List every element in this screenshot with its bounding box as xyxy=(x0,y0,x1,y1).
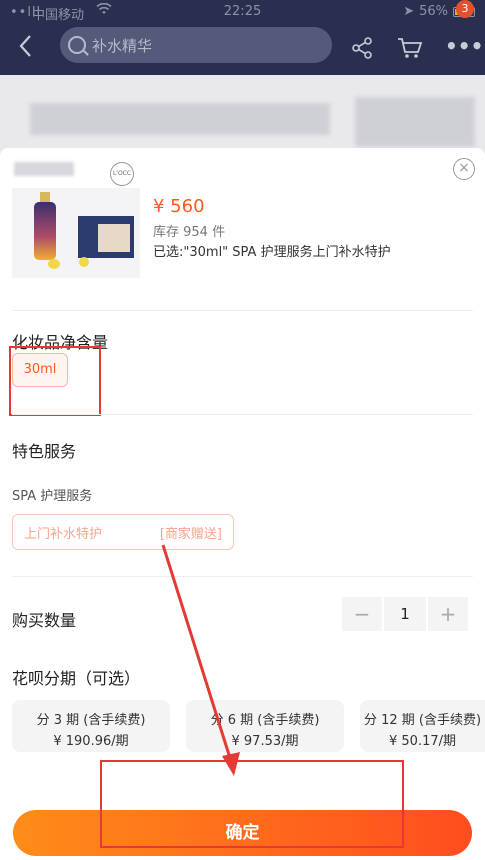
blurred-text xyxy=(30,103,330,135)
divider xyxy=(12,414,473,415)
selected-summary: 已选:"30ml" SPA 护理服务上门补水特护 xyxy=(153,245,391,260)
service-option-label: 上门补水特护 xyxy=(24,526,103,542)
search-input[interactable]: 补水精华 xyxy=(92,35,152,56)
battery-percent: 56% xyxy=(419,4,448,19)
nav-bar: 补水精华 ••• xyxy=(0,24,485,72)
quantity-stepper: − 1 + xyxy=(342,597,468,631)
product-image xyxy=(12,188,140,278)
plus-button[interactable]: + xyxy=(428,597,468,631)
plan-amount: ¥ 50.17/期 xyxy=(389,734,456,749)
close-icon[interactable]: × xyxy=(453,158,475,180)
service-option[interactable]: 上门补水特护 [商家赠送] xyxy=(12,514,234,550)
plan-label: 分 6 期 (含手续费) xyxy=(210,713,320,728)
installment-plan-3[interactable]: 分 3 期 (含手续费) ¥ 190.96/期 xyxy=(12,700,170,752)
installment-plan-6[interactable]: 分 6 期 (含手续费) ¥ 97.53/期 xyxy=(186,700,344,752)
annotation-box xyxy=(100,760,404,848)
plan-amount: ¥ 97.53/期 xyxy=(231,734,299,749)
search-bar[interactable]: 补水精华 xyxy=(60,27,332,63)
quantity-value[interactable]: 1 xyxy=(384,597,426,631)
top-bar: ••lll 中国移动 22:25 ➤ 56% 补水精华 ••• 3 xyxy=(0,0,485,75)
more-icon[interactable]: ••• xyxy=(445,36,483,62)
search-icon xyxy=(68,36,86,54)
divider xyxy=(12,576,473,577)
location-icon: ➤ xyxy=(403,4,415,19)
installment-plan-12[interactable]: 分 12 期 (含手续费) ¥ 50.17/期 xyxy=(360,700,485,752)
back-icon[interactable] xyxy=(18,34,40,60)
quantity-title: 购买数量 xyxy=(12,611,77,630)
blurred-image xyxy=(355,97,475,147)
notification-badge: 3 xyxy=(456,0,474,18)
plan-label: 分 12 期 (含手续费) xyxy=(363,713,482,728)
background-content xyxy=(0,75,485,155)
divider xyxy=(12,310,473,311)
minus-button[interactable]: − xyxy=(342,597,382,631)
stock-count: 库存 954 件 xyxy=(153,225,226,240)
product-price: ¥ 560 xyxy=(153,196,205,217)
brand-logo: L'OCC xyxy=(110,162,134,186)
service-sub-label: SPA 护理服务 xyxy=(12,489,93,504)
shop-name-blurred xyxy=(14,162,74,176)
share-icon[interactable] xyxy=(350,36,376,62)
annotation-box xyxy=(9,346,101,416)
plan-amount: ¥ 190.96/期 xyxy=(53,734,129,749)
installment-title: 花呗分期（可选） xyxy=(12,669,141,688)
status-bar: ••lll 中国移动 22:25 ➤ 56% xyxy=(0,0,485,24)
cart-icon[interactable] xyxy=(397,36,423,62)
plan-label: 分 3 期 (含手续费) xyxy=(36,713,146,728)
sku-sheet: × L'OCC ¥ 560 库存 954 件 已选:"30ml" SPA 护理服… xyxy=(0,148,485,860)
service-option-tag: [商家赠送] xyxy=(159,526,222,542)
service-title: 特色服务 xyxy=(12,442,77,461)
